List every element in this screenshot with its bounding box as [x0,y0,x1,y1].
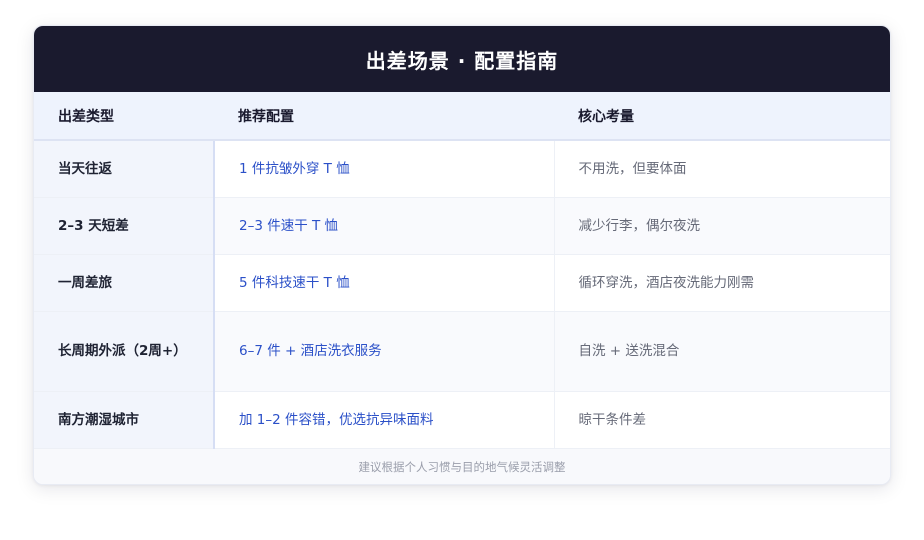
column-header-recommendation: 推荐配置 [214,92,554,141]
column-header-consideration: 核心考量 [554,92,890,141]
guide-card: 出差场景 · 配置指南 出差类型 推荐配置 核心考量 当天往返 1 件抗皱外穿 … [33,25,891,485]
recommendation-cell: 加 1–2 件容错，优选抗异味面料 [214,391,555,449]
recommendation-cell: 5 件科技速干 T 恤 [214,254,555,312]
consideration-cell: 晾干条件差 [554,391,890,449]
column-header-type: 出差类型 [34,92,214,141]
table-row: 南方潮湿城市 加 1–2 件容错，优选抗异味面料 晾干条件差 [34,391,890,449]
trip-type-cell: 2–3 天短差 [34,197,215,255]
trip-type-cell: 当天往返 [34,140,215,198]
config-table: 出差类型 推荐配置 核心考量 当天往返 1 件抗皱外穿 T 恤 不用洗，但要体面… [34,92,890,449]
table-row: 一周差旅 5 件科技速干 T 恤 循环穿洗，酒店夜洗能力刚需 [34,254,890,312]
consideration-cell: 不用洗，但要体面 [554,140,890,198]
consideration-cell: 自洗 + 送洗混合 [554,311,890,392]
page-title: 出差场景 · 配置指南 [34,26,890,92]
table-row: 当天往返 1 件抗皱外穿 T 恤 不用洗，但要体面 [34,140,890,198]
trip-type-cell: 南方潮湿城市 [34,391,215,449]
consideration-cell: 减少行李，偶尔夜洗 [554,197,890,255]
table-row: 2–3 天短差 2–3 件速干 T 恤 减少行李，偶尔夜洗 [34,197,890,255]
recommendation-cell: 6–7 件 + 酒店洗衣服务 [214,311,555,392]
trip-type-cell: 长周期外派（2周+） [34,311,215,392]
table-row: 长周期外派（2周+） 6–7 件 + 酒店洗衣服务 自洗 + 送洗混合 [34,311,890,392]
consideration-cell: 循环穿洗，酒店夜洗能力刚需 [554,254,890,312]
recommendation-cell: 2–3 件速干 T 恤 [214,197,555,255]
footer-note: 建议根据个人习惯与目的地气候灵活调整 [34,448,890,484]
table-header-row: 出差类型 推荐配置 核心考量 [34,92,890,141]
recommendation-cell: 1 件抗皱外穿 T 恤 [214,140,555,198]
trip-type-cell: 一周差旅 [34,254,215,312]
